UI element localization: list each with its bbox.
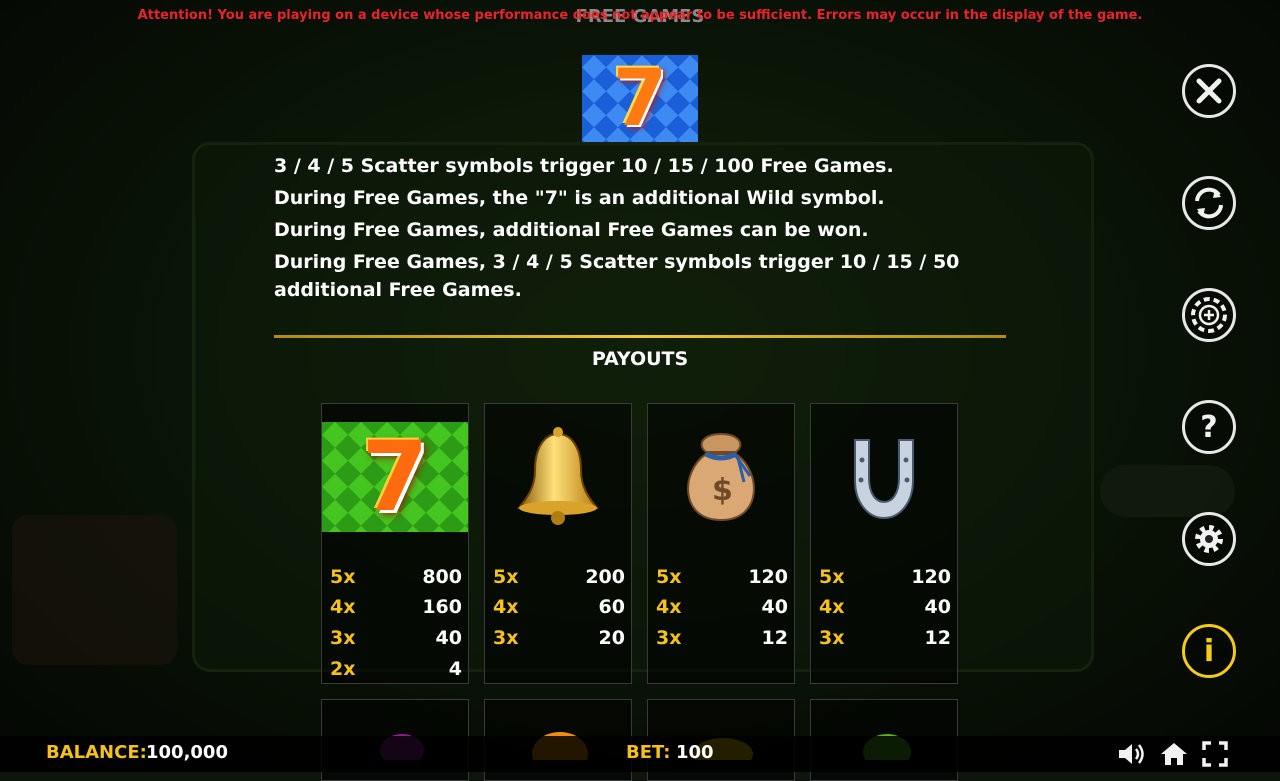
payout-amount: 12	[761, 627, 788, 649]
symbol-count: 4x	[330, 596, 356, 618]
seven-scatter-tile: 7	[582, 55, 698, 142]
payout-amount: 4	[448, 658, 462, 680]
bet-label: BET:	[626, 742, 671, 763]
home-button[interactable]	[1159, 740, 1189, 768]
paytable-card-seven: 7 5x 800 4x 160 3x 40 2x 4	[321, 403, 469, 684]
rule-text: During Free Games, additional Free Games…	[274, 219, 869, 241]
help-button[interactable]: ?	[1182, 400, 1236, 454]
section-divider	[274, 335, 1006, 338]
settings-icon	[1195, 525, 1223, 553]
symbol-count: 4x	[819, 596, 845, 618]
paytable-card-bell: 5x 200 4x 60 3x 20	[484, 403, 632, 684]
free-games-rules: 3 / 4 / 5 Scatter symbols trigger 10 / 1…	[274, 152, 974, 313]
symbol-count: 3x	[493, 627, 519, 649]
rule-text: During Free Games, 3 / 4 / 5 Scatter sym…	[274, 251, 960, 301]
paytable-card-horseshoe: 5x 120 4x 40 3x 12	[810, 403, 958, 684]
payout-amount: 800	[422, 566, 462, 588]
close-icon	[1196, 78, 1222, 104]
payout-row: 3x 20	[493, 624, 625, 652]
payout-amount: 40	[435, 627, 462, 649]
help-icon: ?	[1200, 409, 1218, 445]
payout-amount: 120	[748, 566, 788, 588]
sound-button[interactable]	[1117, 740, 1147, 768]
performance-warning: Attention! You are playing on a device w…	[137, 8, 1143, 23]
balance-label: BALANCE:	[46, 742, 147, 763]
bet-value: 100	[676, 742, 714, 763]
payout-amount: 200	[585, 566, 625, 588]
payout-row: 5x 120	[819, 563, 951, 591]
symbol-count: 5x	[656, 566, 682, 588]
payout-row: 4x 160	[330, 593, 462, 621]
info-icon: i	[1203, 633, 1215, 669]
symbol-count: 5x	[819, 566, 845, 588]
payout-row: 2x 4	[330, 655, 462, 683]
autoplay-icon	[1195, 187, 1223, 219]
symbol-count: 5x	[330, 566, 356, 588]
payout-row: 4x 40	[819, 593, 951, 621]
payout-row: 5x 800	[330, 563, 462, 591]
fullscreen-button[interactable]	[1200, 740, 1230, 768]
symbol-count: 3x	[819, 627, 845, 649]
bell-icon	[485, 422, 631, 532]
rule-text: 3 / 4 / 5 Scatter symbols trigger 10 / 1…	[274, 155, 894, 177]
seven-icon: 7	[612, 53, 668, 144]
payout-row: 4x 40	[656, 593, 788, 621]
payout-amount: 12	[924, 627, 951, 649]
paytable-card-money-bag: $ 5x 120 4x 40 3x 12	[647, 403, 795, 684]
autoplay-button[interactable]	[1182, 176, 1236, 230]
payout-amount: 40	[761, 596, 788, 618]
payout-amount: 40	[924, 596, 951, 618]
home-icon	[1161, 743, 1187, 765]
bet-chip-icon	[1191, 297, 1227, 333]
horseshoe-icon	[811, 422, 957, 532]
svg-text:$: $	[712, 473, 733, 508]
payout-amount: 20	[598, 627, 625, 649]
symbol-count: 3x	[330, 627, 356, 649]
symbol-count: 4x	[656, 596, 682, 618]
payout-row: 5x 200	[493, 563, 625, 591]
settings-button[interactable]	[1182, 512, 1236, 566]
payout-amount: 120	[911, 566, 951, 588]
symbol-count: 5x	[493, 566, 519, 588]
bet-button[interactable]	[1182, 288, 1236, 342]
payout-row: 3x 12	[819, 624, 951, 652]
payout-row: 5x 120	[656, 563, 788, 591]
symbol-count: 3x	[656, 627, 682, 649]
fullscreen-icon	[1202, 741, 1228, 767]
balance-value: 100,000	[146, 742, 228, 763]
payout-amount: 60	[598, 596, 625, 618]
symbol-count: 2x	[330, 658, 356, 680]
symbol-count: 4x	[493, 596, 519, 618]
rule-text: During Free Games, the "7" is an additio…	[274, 187, 885, 209]
close-button[interactable]	[1182, 64, 1236, 118]
money-bag-icon: $	[648, 422, 794, 532]
payout-row: 3x 40	[330, 624, 462, 652]
payout-amount: 160	[422, 596, 462, 618]
info-button[interactable]: i	[1182, 624, 1236, 678]
payout-row: 3x 12	[656, 624, 788, 652]
payout-row: 4x 60	[493, 593, 625, 621]
seven-symbol-icon: 7	[322, 422, 468, 532]
speaker-icon	[1119, 744, 1144, 764]
payouts-title: PAYOUTS	[591, 348, 689, 370]
